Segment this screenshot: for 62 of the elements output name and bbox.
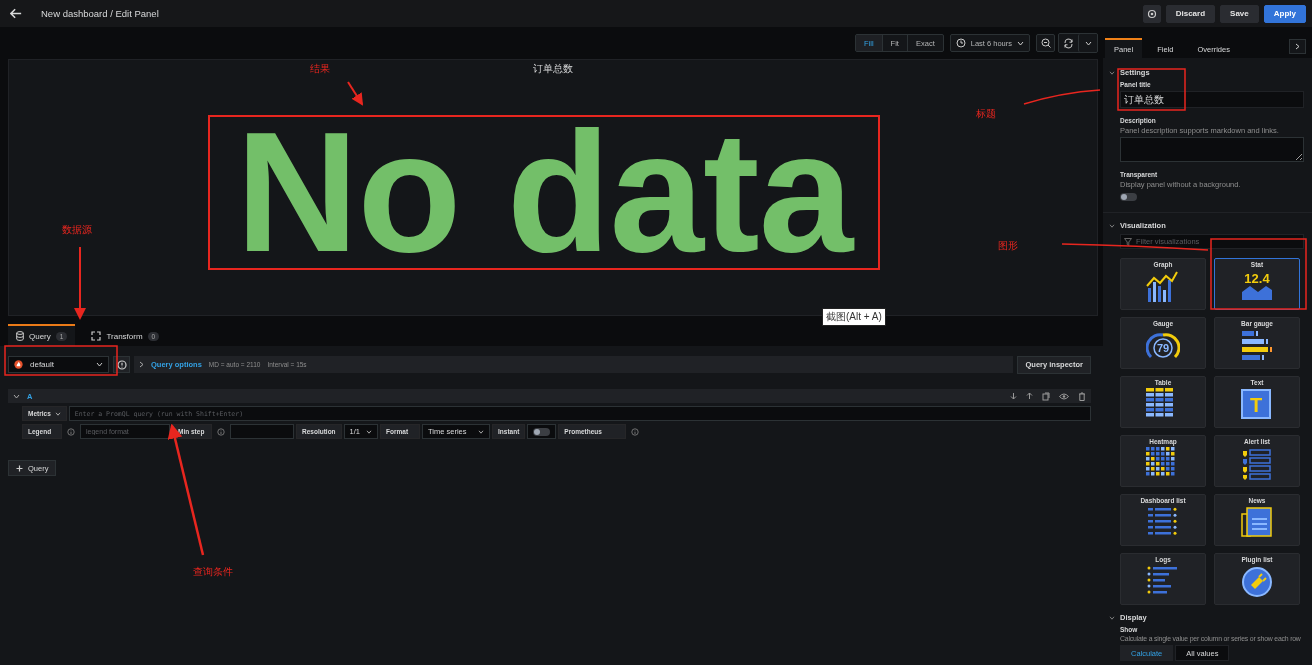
filter-icon [1124, 238, 1132, 246]
arrow-down-icon[interactable] [1010, 392, 1017, 400]
annotation-label: 标题 [976, 107, 996, 121]
trash-icon[interactable] [1078, 391, 1086, 401]
min-step-input[interactable] [230, 424, 294, 439]
refresh-icon [1063, 37, 1074, 49]
chevron-down-icon[interactable] [1109, 223, 1115, 228]
panel-title: 订单总数 [533, 62, 573, 76]
chevron-right-icon [1295, 43, 1300, 50]
window-title: New dashboard / Edit Panel [41, 8, 159, 19]
caret-icon [1084, 40, 1092, 46]
header-button[interactable]: Apply [1263, 4, 1306, 23]
eye-icon[interactable] [1059, 392, 1069, 400]
zoom-out-icon [1040, 38, 1051, 48]
transparent-switch[interactable] [1120, 193, 1137, 201]
caret-icon [96, 362, 103, 367]
zoom-out-button[interactable] [1036, 34, 1055, 52]
plus-icon [16, 464, 23, 472]
bar-gauge-icon [1240, 329, 1274, 363]
collapse-button[interactable] [1289, 39, 1306, 54]
info-icon[interactable] [67, 427, 75, 436]
datasource-select[interactable]: default [8, 356, 109, 373]
settings-icon [1146, 8, 1157, 19]
annotation-label: 结果 [310, 62, 330, 76]
back-arrow-icon[interactable] [10, 8, 22, 19]
caret-icon [366, 429, 373, 434]
tab-label: Transform [106, 331, 143, 341]
copy-icon[interactable] [1042, 391, 1050, 401]
chevron-down-icon[interactable] [1109, 70, 1115, 75]
chevron-down-icon[interactable] [1109, 615, 1115, 620]
caret-icon [1017, 40, 1024, 46]
clock-icon [955, 38, 966, 48]
caret-icon [54, 411, 61, 416]
heart-list-icon [1240, 447, 1274, 481]
arrow [347, 81, 364, 106]
flame-icon [14, 360, 23, 369]
arrow-up-icon[interactable] [1026, 392, 1033, 400]
chevron-down-icon[interactable] [13, 393, 20, 399]
tooltip: 截图(Alt + A) [822, 308, 886, 326]
header-button[interactable]: Discard [1165, 4, 1216, 23]
transform-icon [91, 331, 102, 341]
info-icon [116, 359, 127, 370]
tab-label: Query [29, 331, 51, 341]
database-icon [16, 331, 24, 341]
line-bar-chart-icon [1146, 270, 1180, 304]
description-input[interactable] [1120, 137, 1304, 162]
settings-button[interactable] [1142, 4, 1161, 23]
text-icon: T [1240, 388, 1274, 422]
no-data-message: No data [235, 122, 853, 263]
instant-switch[interactable] [533, 427, 551, 436]
panel-title-input[interactable]: 订单总数 [1120, 91, 1304, 108]
annotation-label: 数据源 [62, 223, 92, 237]
annotation-label: 图形 [998, 239, 1018, 253]
chevron-right-icon [139, 361, 144, 368]
info-icon[interactable] [631, 427, 640, 436]
newspaper-icon [1240, 506, 1274, 540]
caret-icon [478, 429, 485, 434]
plug-icon [1240, 565, 1274, 599]
info-icon[interactable] [217, 427, 225, 436]
annotation-label: 查询条件 [193, 565, 233, 579]
highlight-frame [1117, 68, 1186, 111]
header-button[interactable]: Save [1220, 4, 1259, 23]
